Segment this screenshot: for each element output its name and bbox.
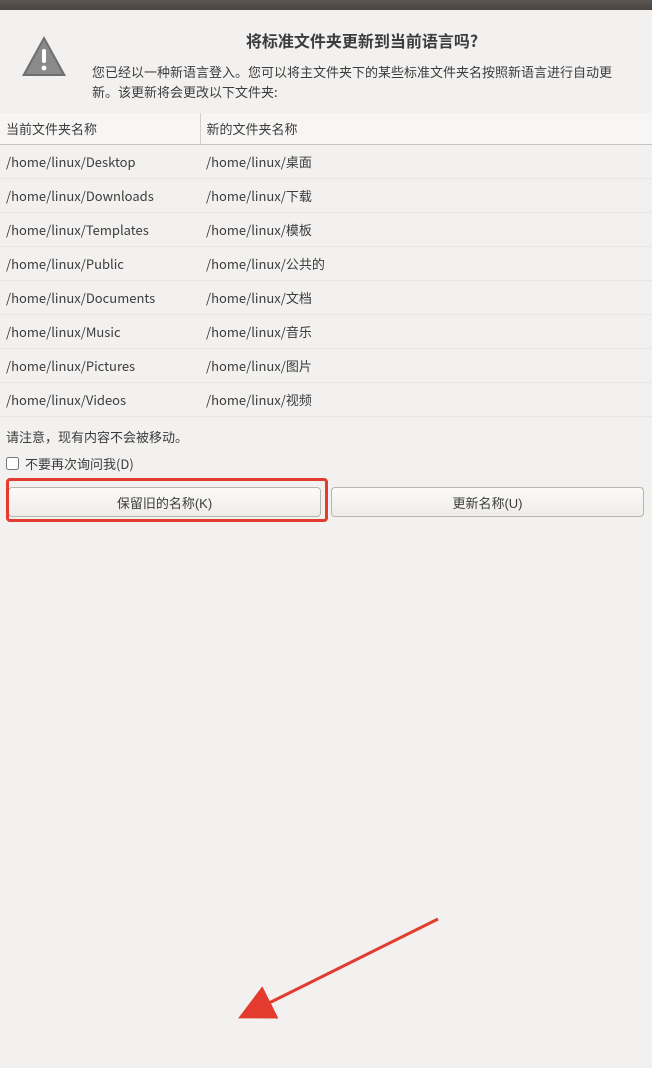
dialog-title: 将标准文件夹更新到当前语言吗? [92, 28, 632, 52]
col-new-name[interactable]: 新的文件夹名称 [200, 113, 652, 145]
cell-old-path: /home/linux/Documents [0, 281, 200, 315]
table-row[interactable]: /home/linux/Desktop/home/linux/桌面 [0, 145, 652, 179]
annotation-arrow [0, 531, 652, 1068]
folder-table: 当前文件夹名称 新的文件夹名称 /home/linux/Desktop/home… [0, 113, 652, 417]
table-row[interactable]: /home/linux/Downloads/home/linux/下载 [0, 179, 652, 213]
note-text: 请注意，现有内容不会被移动。 [0, 417, 652, 450]
cell-new-path: /home/linux/桌面 [200, 145, 652, 179]
cell-old-path: /home/linux/Music [0, 315, 200, 349]
cell-old-path: /home/linux/Public [0, 247, 200, 281]
cell-new-path: /home/linux/音乐 [200, 315, 652, 349]
table-row[interactable]: /home/linux/Pictures/home/linux/图片 [0, 349, 652, 383]
cell-old-path: /home/linux/Templates [0, 213, 200, 247]
table-row[interactable]: /home/linux/Documents/home/linux/文档 [0, 281, 652, 315]
table-row[interactable]: /home/linux/Templates/home/linux/模板 [0, 213, 652, 247]
table-row[interactable]: /home/linux/Public/home/linux/公共的 [0, 247, 652, 281]
window-titlebar [0, 0, 652, 10]
dialog-header: 将标准文件夹更新到当前语言吗? 您已经以一种新语言登入。您可以将主文件夹下的某些… [0, 10, 652, 113]
cell-new-path: /home/linux/视频 [200, 383, 652, 417]
warning-icon [20, 28, 68, 101]
cell-new-path: /home/linux/图片 [200, 349, 652, 383]
cell-old-path: /home/linux/Videos [0, 383, 200, 417]
cell-new-path: /home/linux/公共的 [200, 247, 652, 281]
cell-new-path: /home/linux/下载 [200, 179, 652, 213]
dialog-description: 您已经以一种新语言登入。您可以将主文件夹下的某些标准文件夹名按照新语言进行自动更… [92, 62, 632, 101]
keep-old-names-button[interactable]: 保留旧的名称(K) [8, 487, 321, 517]
dont-ask-checkbox[interactable] [6, 457, 19, 470]
cell-new-path: /home/linux/文档 [200, 281, 652, 315]
cell-old-path: /home/linux/Desktop [0, 145, 200, 179]
cell-old-path: /home/linux/Downloads [0, 179, 200, 213]
col-current-name[interactable]: 当前文件夹名称 [0, 113, 200, 145]
cell-old-path: /home/linux/Pictures [0, 349, 200, 383]
table-row[interactable]: /home/linux/Videos/home/linux/视频 [0, 383, 652, 417]
table-row[interactable]: /home/linux/Music/home/linux/音乐 [0, 315, 652, 349]
dont-ask-label[interactable]: 不要再次询问我(D) [25, 454, 134, 473]
cell-new-path: /home/linux/模板 [200, 213, 652, 247]
update-names-button[interactable]: 更新名称(U) [331, 487, 644, 517]
